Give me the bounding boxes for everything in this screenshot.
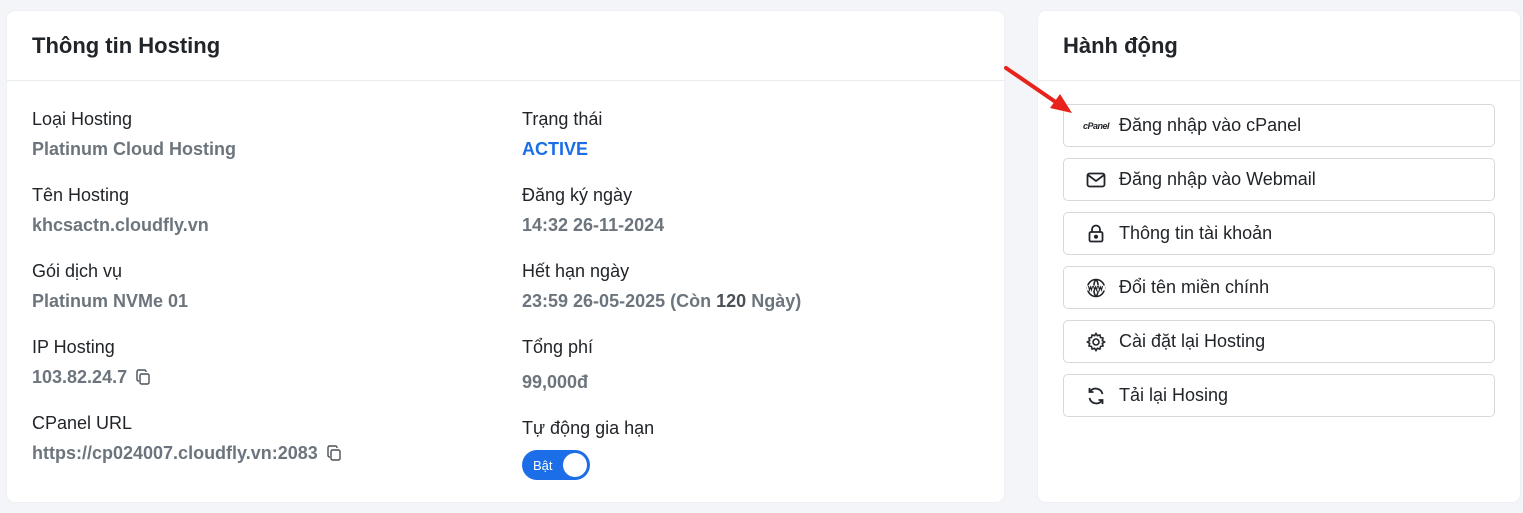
field-label: Đăng ký ngày (522, 185, 633, 205)
cpanel-icon: cPanel (1082, 115, 1110, 137)
remaining-prefix: (Còn (670, 291, 712, 311)
field-hosting-name: Tên Hosting khcsactn.cloudfly.vn (32, 183, 492, 259)
field-label: IP Hosting (32, 337, 115, 357)
field-label: Loại Hosting (32, 109, 133, 129)
field-label: Tổng phí (522, 337, 594, 357)
remaining-days: 120 (716, 291, 747, 311)
action-label: Thông tin tài khoản (1119, 223, 1273, 243)
account-info-button[interactable]: Thông tin tài khoản (1063, 212, 1495, 255)
field-status: Trạng thái ACTIVE (522, 107, 982, 183)
copy-icon[interactable] (135, 369, 151, 385)
expiry-date: 23:59 26-05-2025 (522, 291, 666, 311)
toggle-label: Bật (533, 457, 553, 473)
field-value: Platinum Cloud Hosting (32, 139, 236, 159)
field-value: 99,000đ (522, 372, 589, 392)
field-label: Trạng thái (522, 109, 603, 129)
ip-value: 103.82.24.7 (32, 367, 128, 387)
field-value: khcsactn.cloudfly.vn (32, 215, 209, 235)
field-value-row: 103.82.24.7 (32, 365, 492, 389)
www-globe-icon (1085, 277, 1107, 299)
hosting-info-card: Thông tin Hosting Loại Hosting Platinum … (7, 11, 1004, 502)
field-value: Platinum NVMe 01 (32, 291, 189, 311)
field-ip-hosting: IP Hosting 103.82.24.7 (32, 335, 492, 411)
field-total-fee: Tổng phí 99,000đ (522, 335, 982, 416)
annotation-arrow-icon (1004, 66, 1072, 113)
field-hosting-type: Loại Hosting Platinum Cloud Hosting (32, 107, 492, 183)
action-label: Tải lại Hosing (1119, 385, 1229, 405)
autorenew-toggle[interactable]: Bật (522, 450, 590, 480)
actions-card: Hành động cPanel Đăng nhập vào cPanel Đă… (1038, 11, 1520, 502)
field-label: Tự động gia hạn (522, 418, 655, 438)
cpanel-url-value: https://cp024007.cloudfly.vn:2083 (32, 443, 318, 463)
change-domain-button[interactable]: Đổi tên miền chính (1063, 266, 1495, 309)
reinstall-hosting-button[interactable]: Cài đặt lại Hosting (1063, 320, 1495, 363)
actions-title: Hành động (1038, 11, 1520, 81)
field-label: Gói dịch vụ (32, 261, 123, 281)
toggle-knob (563, 453, 587, 477)
field-value-row: https://cp024007.cloudfly.vn:2083 (32, 441, 492, 465)
webmail-login-button[interactable]: Đăng nhập vào Webmail (1063, 158, 1495, 201)
status-badge: ACTIVE (522, 139, 589, 159)
remaining-suffix: Ngày) (751, 291, 802, 311)
info-right-column: Trạng thái ACTIVE Đăng ký ngày 14:32 26-… (522, 107, 982, 492)
lock-icon (1085, 223, 1107, 245)
field-expiry-date: Hết hạn ngày 23:59 26-05-2025 (Còn 120 N… (522, 259, 982, 335)
action-label: Cài đặt lại Hosting (1119, 331, 1266, 351)
field-value: 14:32 26-11-2024 (522, 215, 665, 235)
action-label: Đăng nhập vào cPanel (1119, 115, 1302, 135)
action-list: cPanel Đăng nhập vào cPanel Đăng nhập và… (1063, 104, 1495, 428)
field-value-row: 23:59 26-05-2025 (Còn 120 Ngày) (522, 289, 982, 313)
envelope-icon (1085, 169, 1107, 191)
field-label: Hết hạn ngày (522, 261, 630, 281)
field-registered-date: Đăng ký ngày 14:32 26-11-2024 (522, 183, 982, 259)
refresh-icon (1085, 385, 1107, 407)
action-label: Đăng nhập vào Webmail (1119, 169, 1316, 189)
gear-icon (1085, 331, 1107, 353)
field-cpanel-url: CPanel URL https://cp024007.cloudfly.vn:… (32, 411, 492, 487)
copy-icon[interactable] (326, 445, 342, 461)
hosting-info-title: Thông tin Hosting (7, 11, 1004, 81)
info-left-column: Loại Hosting Platinum Cloud Hosting Tên … (32, 107, 492, 487)
field-autorenew: Tự động gia hạn Bật (522, 416, 982, 492)
cpanel-logo-text: cPanel (1082, 120, 1110, 131)
field-label: CPanel URL (32, 413, 133, 433)
field-service-plan: Gói dịch vụ Platinum NVMe 01 (32, 259, 492, 335)
action-label: Đổi tên miền chính (1119, 277, 1270, 297)
field-label: Tên Hosting (32, 185, 130, 205)
cpanel-login-button[interactable]: cPanel Đăng nhập vào cPanel (1063, 104, 1495, 147)
reload-hosting-button[interactable]: Tải lại Hosing (1063, 374, 1495, 417)
